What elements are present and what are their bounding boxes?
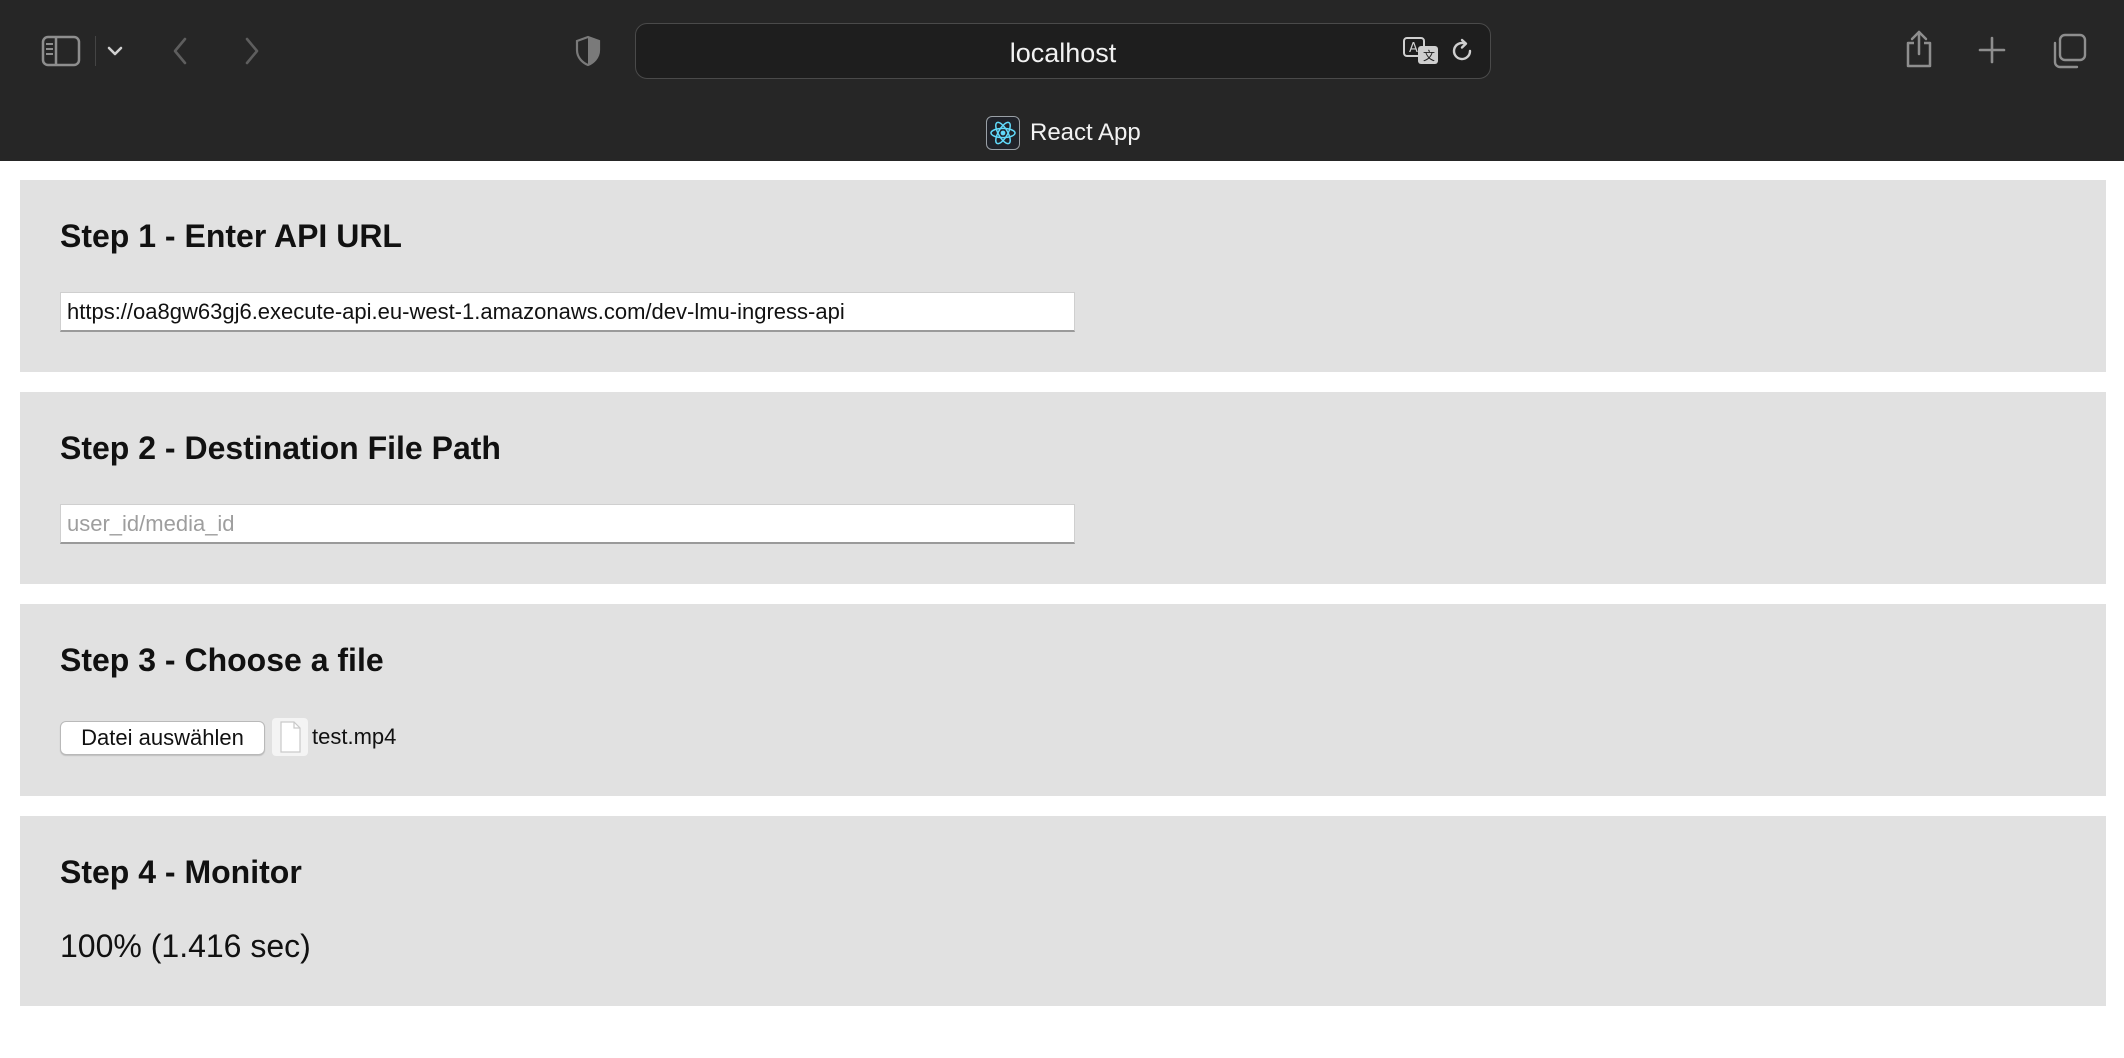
tab-strip: React App [0,103,2124,161]
api-url-input[interactable] [60,292,1075,332]
plus-icon[interactable] [1976,34,2008,66]
chevron-left-icon[interactable] [168,34,192,68]
step-3-card: Step 3 - Choose a file Datei auswählen t… [20,604,2106,796]
browser-toolbar: localhost A文 [0,0,2124,103]
address-bar[interactable]: localhost A文 [635,23,1491,79]
selected-file-name: test.mp4 [312,724,397,749]
step-2-title: Step 2 - Destination File Path [60,430,501,466]
destination-path-input[interactable] [60,504,1075,544]
react-logo-icon [986,116,1020,150]
step-1-title: Step 1 - Enter API URL [60,218,402,254]
document-icon [272,718,308,761]
reload-icon[interactable] [1448,37,1476,65]
share-icon[interactable] [1902,28,1936,70]
step-3-title: Step 3 - Choose a file [60,642,384,678]
tab-react-app[interactable]: React App [986,114,1141,152]
chevron-right-icon[interactable] [240,34,264,68]
tabs-overview-icon[interactable] [2050,32,2088,70]
svg-text:文: 文 [1423,48,1435,63]
step-4-title: Step 4 - Monitor [60,854,302,890]
chevron-down-icon[interactable] [104,40,126,62]
choose-file-button[interactable]: Datei auswählen [60,721,265,755]
step-4-card: Step 4 - Monitor 100% (1.416 sec) [20,816,2106,1006]
translate-icon[interactable]: A文 [1402,35,1442,67]
upload-status: 100% (1.416 sec) [60,928,311,964]
url-text: localhost [1009,38,1117,68]
toolbar-divider [95,36,96,66]
svg-text:A: A [1409,41,1418,56]
shield-icon[interactable] [572,33,604,69]
page-content: Step 1 - Enter API URL Step 2 - Destinat… [0,161,2124,1058]
step-1-card: Step 1 - Enter API URL [20,180,2106,372]
step-2-card: Step 2 - Destination File Path [20,392,2106,584]
tab-title: React App [1030,119,1141,146]
sidebar-icon[interactable] [40,34,82,68]
